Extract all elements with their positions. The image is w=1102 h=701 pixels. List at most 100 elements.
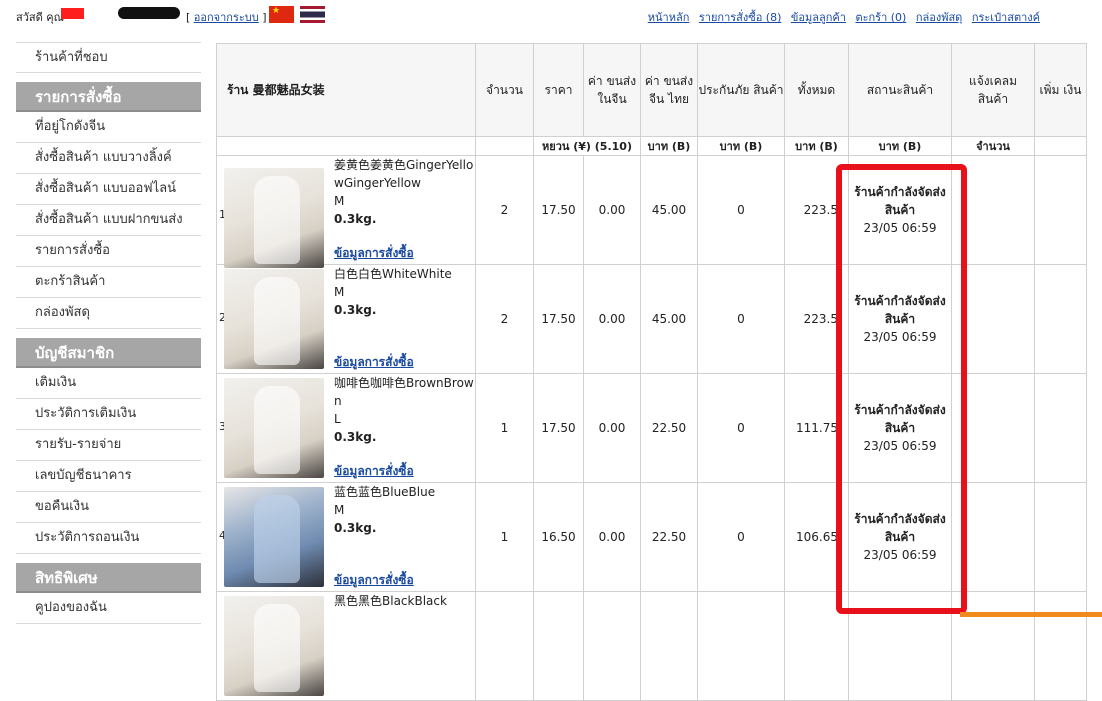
redacted-username <box>61 8 84 19</box>
topup-header: เพิ่ม เงิน <box>1034 43 1087 137</box>
logout-bracket-close: ] <box>258 11 267 24</box>
product-name: 黑色黑色BlackBlack <box>334 594 447 608</box>
product-image[interactable] <box>224 168 324 268</box>
sidebar-item-cart[interactable]: ตะกร้าสินค้า <box>16 267 201 298</box>
sidebar-item-refund[interactable]: ขอคืนเงิน <box>16 492 201 523</box>
product-info: 黑色黑色BlackBlack <box>334 592 479 610</box>
logout-bracket-open: [ <box>186 11 194 24</box>
price-unit: หยวน (¥) (5.10) <box>533 136 641 156</box>
topup-cell <box>1034 264 1087 374</box>
product-image[interactable] <box>224 269 324 369</box>
nav-customer-info[interactable]: ข้อมูลลูกค้า <box>791 11 846 24</box>
nav-cart[interactable]: ตะกร้า (0) <box>855 11 906 24</box>
status-text: ร้านค้ากำลังจัดส่งสินค้า <box>854 512 946 544</box>
orange-bar <box>960 612 1102 617</box>
sidebar-item-bank-account[interactable]: เลขบัญชีธนาคาร <box>16 461 201 492</box>
product-image[interactable] <box>224 487 324 587</box>
order-detail-link[interactable]: ข้อมูลการสั่งซื้อ <box>334 353 414 372</box>
product-size: M <box>334 503 345 517</box>
claim-unit: จำนวน <box>951 136 1035 156</box>
sidebar-item-china-warehouse[interactable]: ที่อยู่โกดังจีน <box>16 112 201 143</box>
unit-blank <box>216 136 476 156</box>
order-detail-link[interactable]: ข้อมูลการสั่งซื้อ <box>334 244 414 263</box>
total-cell: 111.75 <box>784 373 849 483</box>
sidebar-item-order-offline[interactable]: สั่งซื้อสินค้า แบบออฟไลน์ <box>16 174 201 205</box>
topup-cell <box>1034 373 1087 483</box>
order-detail-link[interactable]: ข้อมูลการสั่งซื้อ <box>334 571 414 590</box>
product-weight: 0.3kg. <box>334 212 377 226</box>
cn-ship-cell: 0.00 <box>583 155 641 265</box>
topup-cell <box>1034 591 1087 701</box>
status-header: สถานะสินค้า <box>848 43 952 137</box>
claim-cell <box>951 264 1035 374</box>
price-cell: 17.50 <box>533 264 584 374</box>
redacted-name <box>118 7 180 19</box>
insurance-cell <box>697 591 785 701</box>
sidebar-item-topup[interactable]: เติมเงิน <box>16 368 201 399</box>
claim-cell <box>951 591 1035 701</box>
price-cell: 17.50 <box>533 155 584 265</box>
nav-home[interactable]: หน้าหลัก <box>648 11 690 24</box>
product-size: M <box>334 285 345 299</box>
sidebar-item-topup-history[interactable]: ประวัติการเติมเงิน <box>16 399 201 430</box>
nav-orders[interactable]: รายการสั่งซื้อ (8) <box>699 11 782 24</box>
status-time: 23/05 06:59 <box>863 548 937 562</box>
china-flag-icon[interactable]: ★ <box>269 6 294 23</box>
sidebar-item-order-shipping[interactable]: สั่งซื้อสินค้า แบบฝากขนส่ง <box>16 205 201 236</box>
sidebar-item-order-by-link[interactable]: สั่งซื้อสินค้า แบบวางลิ้งค์ <box>16 143 201 174</box>
sidebar-item-favorite-shops[interactable]: ร้านค้าที่ชอบ <box>16 42 201 73</box>
product-cell: 4 蓝色蓝色BlueBlue M 0.3kg. ข้อมูลการสั่งซื้… <box>216 482 479 592</box>
nav-wallet[interactable]: กระเป๋าสตางค์ <box>972 11 1040 24</box>
sidebar-item-my-coupons[interactable]: คูปองของฉัน <box>16 593 201 624</box>
qty-header: จำนวน <box>475 43 534 137</box>
order-items-table: ร้าน 曼都魅品女装 จำนวน ราคา ค่า ขนส่ง ในจีน ค… <box>216 43 1087 701</box>
logout-link[interactable]: ออกจากระบบ <box>194 11 259 24</box>
shop-name-header: ร้าน 曼都魅品女装 <box>216 43 476 137</box>
product-cell: 2 白色白色WhiteWhite M 0.3kg. ข้อมูลการสั่งซ… <box>216 264 476 374</box>
insurance-cell: 0 <box>697 373 785 483</box>
status-cell: ร้านค้ากำลังจัดส่งสินค้า 23/05 06:59 <box>848 373 952 483</box>
sidebar-section-orders: รายการสั่งซื้อ <box>16 82 201 112</box>
sidebar-item-order-list[interactable]: รายการสั่งซื้อ <box>16 236 201 267</box>
top-nav: หน้าหลัก รายการสั่งซื้อ (8) ข้อมูลลูกค้า… <box>642 8 1040 26</box>
th-ship-cell: 45.00 <box>640 264 698 374</box>
sidebar-item-parcel-box[interactable]: กล่องพัสดุ <box>16 298 201 329</box>
status-cell: ร้านค้ากำลังจัดส่งสินค้า 23/05 06:59 <box>848 264 952 374</box>
total-cell: 223.5 <box>784 155 849 265</box>
logout-wrap: [ ออกจากระบบ ] <box>186 8 267 26</box>
product-name: 咖啡色咖啡色BrownBrown <box>334 376 474 408</box>
insurance-cell: 0 <box>697 155 785 265</box>
table-row: 黑色黑色BlackBlack <box>216 591 1087 701</box>
product-info: 蓝色蓝色BlueBlue M 0.3kg. <box>334 483 479 537</box>
order-detail-link[interactable]: ข้อมูลการสั่งซื้อ <box>334 462 414 481</box>
product-size: L <box>334 412 341 426</box>
claim-cell <box>951 155 1035 265</box>
nav-parcel-box[interactable]: กล่องพัสดุ <box>916 11 963 24</box>
status-cell <box>848 591 952 701</box>
status-text: ร้านค้ากำลังจัดส่งสินค้า <box>854 294 946 326</box>
sidebar-section-account: บัญชีสมาชิก <box>16 338 201 368</box>
claim-cell <box>951 373 1035 483</box>
th-shipping-header: ค่า ขนส่ง จีน ไทย <box>640 43 698 137</box>
product-cell: 3 咖啡色咖啡色BrownBrown L 0.3kg. ข้อมูลการสั่… <box>216 373 476 483</box>
total-unit: บาท (B) <box>784 136 849 156</box>
sidebar-item-withdraw-history[interactable]: ประวัติการถอนเงิน <box>16 523 201 554</box>
sidebar-item-income-expense[interactable]: รายรับ-รายจ่าย <box>16 430 201 461</box>
sidebar-section-privileges: สิทธิพิเศษ <box>16 563 201 593</box>
product-weight: 0.3kg. <box>334 430 377 444</box>
insurance-unit: บาท (B) <box>697 136 785 156</box>
th-ship-cell: 22.50 <box>640 373 698 483</box>
product-cell: 1 姜黄色姜黄色GingerYellowGingerYellow M 0.3kg… <box>216 155 479 268</box>
thailand-flag-icon[interactable] <box>300 6 325 23</box>
total-cell: 106.65 <box>784 482 849 592</box>
th-ship-unit: บาท (B) <box>640 136 698 156</box>
status-time: 23/05 06:59 <box>863 221 937 235</box>
cn-shipping-header: ค่า ขนส่ง ในจีน <box>583 43 641 137</box>
product-info: 姜黄色姜黄色GingerYellowGingerYellow M 0.3kg. <box>334 156 479 228</box>
product-name: 姜黄色姜黄色GingerYellowGingerYellow <box>334 158 474 190</box>
qty-cell: 2 <box>475 155 534 265</box>
cn-ship-cell <box>583 591 641 701</box>
product-image[interactable] <box>224 596 324 696</box>
product-name: 蓝色蓝色BlueBlue <box>334 485 436 499</box>
product-image[interactable] <box>224 378 324 478</box>
